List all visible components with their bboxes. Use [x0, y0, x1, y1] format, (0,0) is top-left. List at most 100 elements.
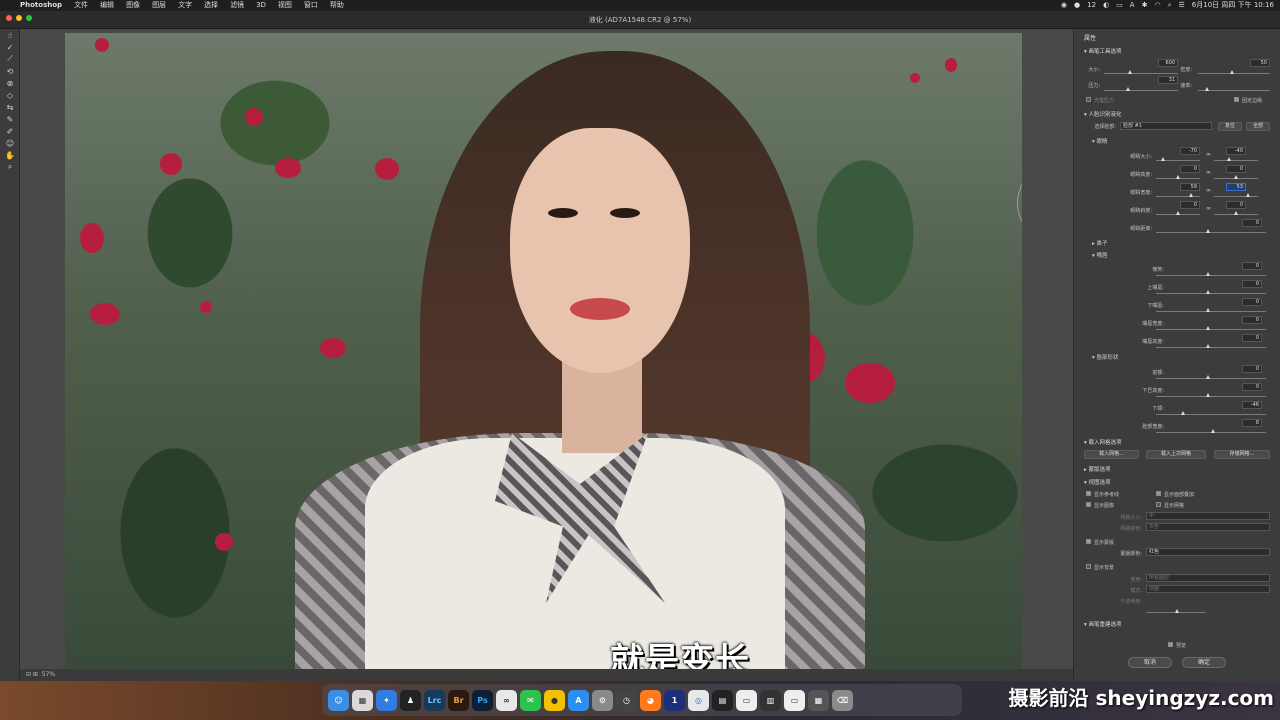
smile-field[interactable]: 0	[1242, 262, 1262, 270]
section-view-options[interactable]: ▾ 视图选项	[1084, 478, 1111, 486]
face-width-field[interactable]: 8	[1242, 419, 1262, 427]
bridge-icon[interactable]: Br	[448, 689, 469, 711]
slider-knob[interactable]	[1189, 193, 1193, 197]
density-slider[interactable]	[1198, 73, 1270, 74]
slider-knob[interactable]	[1206, 344, 1210, 348]
trash-icon[interactable]: ⌫	[832, 689, 853, 711]
select-face-dropdown[interactable]: 脸部 #1	[1120, 122, 1212, 130]
slider-knob[interactable]	[1176, 211, 1180, 215]
slider-knob[interactable]	[1181, 411, 1185, 415]
slider-knob[interactable]	[1206, 308, 1210, 312]
mesh-color-dropdown[interactable]: 灰色	[1146, 523, 1270, 531]
airplay-icon[interactable]: ▭	[1116, 0, 1123, 11]
mouth-height-field[interactable]: 0	[1242, 334, 1262, 342]
utility-icon[interactable]: ◷	[616, 689, 637, 711]
slider-knob[interactable]	[1206, 272, 1210, 276]
status-icon[interactable]: ●	[1074, 0, 1080, 11]
zoom-status[interactable]: ⊟ ⊞ 57%	[20, 669, 1073, 681]
section-load-mesh[interactable]: ▾ 载入网格选项	[1084, 438, 1122, 446]
mesh-size-dropdown[interactable]: 中	[1146, 512, 1270, 520]
chin-height-slider[interactable]	[1156, 396, 1266, 397]
finder-icon[interactable]: ☺	[328, 689, 349, 711]
eye-width-right-slider[interactable]	[1214, 196, 1258, 197]
slider-knob[interactable]	[1206, 393, 1210, 397]
zoom-tool-icon[interactable]: ⌕	[0, 161, 20, 173]
mask-color-dropdown[interactable]: 红色	[1146, 548, 1270, 556]
show-mesh-checkbox[interactable]	[1156, 502, 1161, 507]
clock-text[interactable]: 6月10日 周四 下午 10:16	[1192, 0, 1274, 11]
jawline-slider[interactable]	[1156, 414, 1266, 415]
slider-knob[interactable]	[1206, 375, 1210, 379]
app-icon[interactable]: ●	[544, 689, 565, 711]
wifi-icon[interactable]: ◠	[1154, 0, 1160, 11]
menu-filter[interactable]: 滤镜	[224, 0, 250, 11]
subsection-mouth[interactable]: ▾ 嘴唇	[1092, 251, 1108, 259]
safari-icon[interactable]: ✦	[376, 689, 397, 711]
bloat-tool-icon[interactable]: ◇	[0, 89, 20, 101]
search-icon[interactable]: ⌕	[1168, 0, 1172, 11]
slider-knob[interactable]	[1206, 326, 1210, 330]
menu-help[interactable]: 帮助	[324, 0, 350, 11]
section-brush-options[interactable]: ▾ 画笔工具选项	[1084, 47, 1122, 55]
slider-knob[interactable]	[1227, 157, 1231, 161]
folder-icon[interactable]: ▥	[760, 689, 781, 711]
app-icon[interactable]: ◎	[688, 689, 709, 711]
upper-lip-field[interactable]: 0	[1242, 280, 1262, 288]
brush-size-slider[interactable]	[1104, 73, 1178, 74]
show-face-overlay-checkbox[interactable]	[1156, 491, 1161, 496]
chin-height-field[interactable]: 0	[1242, 383, 1262, 391]
eye-distance-slider[interactable]	[1156, 232, 1266, 233]
upper-lip-slider[interactable]	[1156, 293, 1266, 294]
menu-layer[interactable]: 图层	[146, 0, 172, 11]
link-icon[interactable]: ∞	[1206, 187, 1211, 194]
reset-button[interactable]: 复位	[1218, 122, 1242, 131]
brush-size-field[interactable]: 600	[1158, 59, 1178, 67]
eye-tilt-left-field[interactable]: 0	[1180, 201, 1200, 209]
reconstruct-tool-icon[interactable]: ✓	[0, 41, 20, 53]
link-icon[interactable]: ∞	[1206, 151, 1211, 158]
use-dropdown[interactable]: 所有图层	[1146, 574, 1270, 582]
smile-slider[interactable]	[1156, 275, 1266, 276]
eye-distance-field[interactable]: 0	[1242, 219, 1262, 227]
pressure-slider[interactable]	[1104, 90, 1178, 91]
hand-tool-icon[interactable]: ✋	[0, 149, 20, 161]
folder-icon[interactable]: ▤	[712, 689, 733, 711]
eye-height-left-field[interactable]: 0	[1180, 165, 1200, 173]
slider-knob[interactable]	[1234, 211, 1238, 215]
cancel-button[interactable]: 取消	[1128, 657, 1172, 668]
slider-knob[interactable]	[1206, 290, 1210, 294]
menu-type[interactable]: 文字	[172, 0, 198, 11]
show-guides-checkbox[interactable]	[1086, 491, 1091, 496]
forehead-field[interactable]: 0	[1242, 365, 1262, 373]
slider-knob[interactable]	[1126, 87, 1130, 91]
canvas-area[interactable]: 就是变长	[20, 29, 1073, 681]
mouth-width-field[interactable]: 0	[1242, 316, 1262, 324]
save-mesh-button[interactable]: 存储网格...	[1214, 450, 1270, 459]
menu-window[interactable]: 窗口	[298, 0, 324, 11]
slider-knob[interactable]	[1176, 175, 1180, 179]
slider-knob[interactable]	[1206, 229, 1210, 233]
slider-knob[interactable]	[1161, 157, 1165, 161]
zoom-level[interactable]: 57%	[42, 671, 55, 678]
link-icon[interactable]: ∞	[1206, 169, 1211, 176]
mouth-width-slider[interactable]	[1156, 329, 1266, 330]
photoshop-icon[interactable]: Ps	[472, 689, 493, 711]
pressure-field[interactable]: 31	[1158, 76, 1178, 84]
stylus-pressure-checkbox[interactable]	[1086, 97, 1091, 102]
wechat-icon[interactable]: ✉	[520, 689, 541, 711]
pucker-tool-icon[interactable]: ⊗	[0, 77, 20, 89]
show-mask-checkbox[interactable]	[1086, 539, 1091, 544]
section-brush-reconstruct[interactable]: ▾ 画笔重建选项	[1084, 620, 1122, 628]
slider-knob[interactable]	[1246, 193, 1250, 197]
face-tool-icon[interactable]: ☺	[0, 137, 20, 149]
menu-3d[interactable]: 3D	[250, 0, 272, 11]
ok-button[interactable]: 确定	[1182, 657, 1226, 668]
section-face-aware[interactable]: ▾ 人脸识别液化	[1084, 110, 1122, 118]
folder-icon[interactable]: ▭	[736, 689, 757, 711]
slider-knob[interactable]	[1234, 175, 1238, 179]
show-image-checkbox[interactable]	[1086, 502, 1091, 507]
folder-icon[interactable]: ▭	[784, 689, 805, 711]
lower-lip-slider[interactable]	[1156, 311, 1266, 312]
subsection-face-shape[interactable]: ▾ 脸部形状	[1092, 353, 1119, 361]
pin-edges-checkbox[interactable]	[1234, 97, 1239, 102]
